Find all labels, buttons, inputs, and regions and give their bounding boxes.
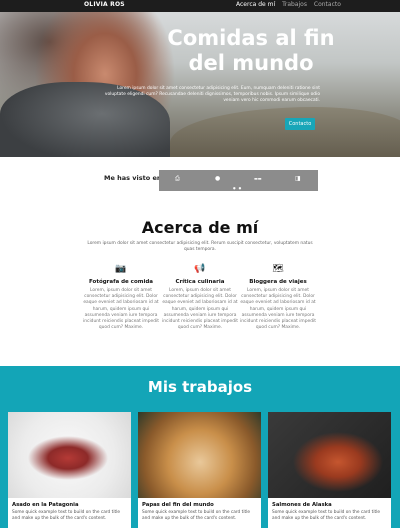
brand-logo-icon: ▬▬ xyxy=(254,176,262,181)
feature-text: Lorem, ipsum dolor sit amet consectetur … xyxy=(83,288,159,331)
card-title: Papas del fin del mundo xyxy=(142,502,214,508)
work-card[interactable]: Papas del fin del mundo Some quick examp… xyxy=(138,412,261,532)
feature-text: Lorem, ipsum dolor sit amet consectetur … xyxy=(162,288,238,331)
card-image-potatoes xyxy=(138,412,261,498)
contact-button[interactable]: Contacto xyxy=(285,118,315,130)
card-text: Some quick example text to build on the … xyxy=(272,510,381,521)
hero-photo-landscape xyxy=(170,107,400,157)
nav-links: Acerca de mí Trabajos Contacto xyxy=(236,1,346,8)
hero-title: Comidas al fin del mundo xyxy=(167,26,335,75)
navbar: OLIVIA ROS Acerca de mí Trabajos Contact… xyxy=(0,0,400,12)
about-intro: Lorem ipsum dolor sit amet consectetur a… xyxy=(87,241,313,252)
hp-icon: ⎙ xyxy=(175,175,180,182)
seen-on-label: Me has visto en: xyxy=(104,174,165,182)
partner-icon: ◨ xyxy=(295,175,301,182)
camera-icon: 📷 xyxy=(115,264,127,274)
works-section: Mis trabajos Asado en la Patagonia Some … xyxy=(0,366,400,532)
about-title: Acerca de mí xyxy=(141,218,259,237)
feature-food-critic: 📢 Crítica culinaria Lorem, ipsum dolor s… xyxy=(162,264,238,331)
work-card[interactable]: Salmones de Alaska Some quick example te… xyxy=(268,412,391,532)
card-image-salmon xyxy=(268,412,391,498)
map-icon: 🗺 xyxy=(272,264,284,274)
carousel-indicators[interactable]: ● ● xyxy=(233,186,242,190)
hero-text: Lorem ipsum dolor sit amet consectetur a… xyxy=(104,86,320,103)
brand-logo[interactable]: OLIVIA ROS xyxy=(84,1,125,8)
logos-carousel[interactable]: ⎙ ● ▬▬ ◨ ● ● xyxy=(159,170,318,191)
card-text: Some quick example text to build on the … xyxy=(12,510,121,521)
feature-travel-blogger: 🗺 Bloggera de viajes Lorem, ipsum dolor … xyxy=(240,264,316,331)
nav-link-works[interactable]: Trabajos xyxy=(282,1,307,8)
hero-section: Comidas al fin del mundo Lorem ipsum dol… xyxy=(0,12,400,157)
feature-title: Bloggera de viajes xyxy=(249,279,307,285)
work-card[interactable]: Asado en la Patagonia Some quick example… xyxy=(8,412,131,532)
card-image-steak xyxy=(8,412,131,498)
feature-food-photographer: 📷 Fotógrafa de comida Lorem, ipsum dolor… xyxy=(83,264,159,331)
card-title: Salmones de Alaska xyxy=(272,502,332,508)
nav-link-about[interactable]: Acerca de mí xyxy=(236,1,275,8)
feature-text: Lorem, ipsum dolor sit amet consectetur … xyxy=(240,288,316,331)
megaphone-icon: 📢 xyxy=(194,264,206,274)
feature-title: Crítica culinaria xyxy=(175,279,225,285)
apple-icon: ● xyxy=(215,175,221,182)
works-title: Mis trabajos xyxy=(147,378,253,396)
feature-title: Fotógrafa de comida xyxy=(89,279,153,285)
card-text: Some quick example text to build on the … xyxy=(142,510,251,521)
nav-link-contact[interactable]: Contacto xyxy=(314,1,341,8)
card-title: Asado en la Patagonia xyxy=(12,502,79,508)
